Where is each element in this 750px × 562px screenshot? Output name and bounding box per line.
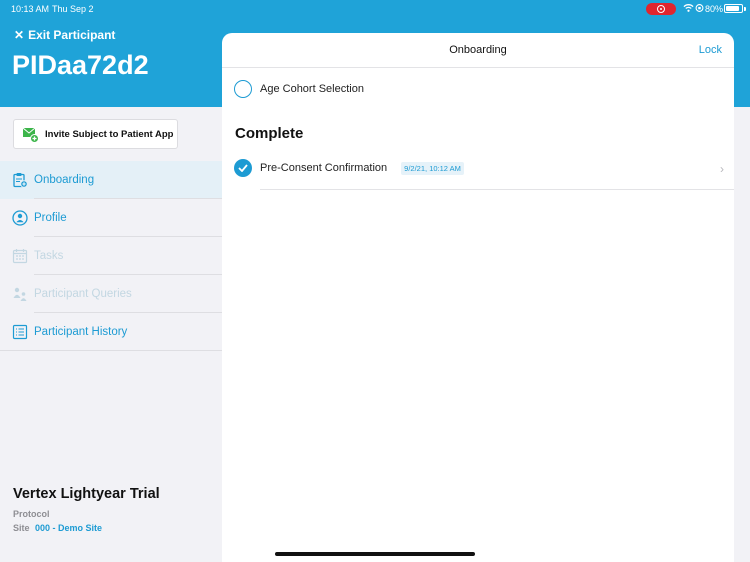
list-icon xyxy=(12,324,28,340)
protocol-label: Protocol xyxy=(13,509,50,519)
invite-subject-label: Invite Subject to Patient App xyxy=(45,128,174,140)
home-indicator[interactable] xyxy=(275,552,475,556)
exit-participant-label: Exit Participant xyxy=(28,28,116,42)
list-item-label: Pre-Consent Confirmation xyxy=(260,162,388,174)
sidebar-nav: Onboarding Profile Tasks Participant Que… xyxy=(0,161,222,351)
sidebar-item-label: Participant History xyxy=(34,326,128,338)
onboarding-sheet: Onboarding Lock Age Cohort Selection Com… xyxy=(222,33,734,562)
sheet-header: Onboarding Lock xyxy=(222,33,734,68)
sidebar-item-participant-history[interactable]: Participant History xyxy=(0,313,222,351)
status-time: 10:13 AM xyxy=(11,4,50,14)
status-bar: 10:13 AM Thu Sep 2 80% xyxy=(0,0,750,18)
close-icon: ✕ xyxy=(14,28,25,42)
sidebar-item-participant-queries: Participant Queries xyxy=(0,275,222,313)
sidebar-item-label: Profile xyxy=(34,212,67,224)
participant-id: PIDaa72d2 xyxy=(12,50,149,80)
checkmark-icon xyxy=(234,159,252,177)
clipboard-icon xyxy=(13,173,28,188)
orientation-lock-icon xyxy=(695,4,704,12)
status-date: Thu Sep 2 xyxy=(52,4,94,14)
calendar-icon xyxy=(12,249,28,264)
lock-button[interactable]: Lock xyxy=(699,44,722,56)
chevron-right-icon: › xyxy=(720,162,724,176)
sidebar-item-label: Tasks xyxy=(34,250,64,262)
complete-section-title: Complete xyxy=(235,125,304,142)
screen-record-indicator[interactable] xyxy=(646,3,676,15)
exit-participant-button[interactable]: ✕ Exit Participant xyxy=(14,28,115,42)
list-item-pre-consent[interactable]: Pre-Consent Confirmation 9/2/21, 10:12 A… xyxy=(222,159,734,177)
people-icon xyxy=(13,287,27,301)
sidebar-item-profile[interactable]: Profile xyxy=(0,199,222,237)
battery-percent: 80% xyxy=(705,4,724,14)
sidebar-item-tasks: Tasks xyxy=(0,237,222,275)
site-label: Site xyxy=(13,523,30,533)
battery-nub xyxy=(744,7,746,11)
divider xyxy=(260,189,734,190)
sidebar-item-label: Onboarding xyxy=(34,174,95,186)
list-item-label: Age Cohort Selection xyxy=(260,83,364,95)
list-item-age-cohort[interactable]: Age Cohort Selection xyxy=(222,80,734,98)
completed-timestamp-badge: 9/2/21, 10:12 AM xyxy=(401,161,464,175)
wifi-icon xyxy=(683,4,694,12)
sheet-title: Onboarding xyxy=(449,44,507,56)
site-row: Site 000 - Demo Site xyxy=(13,523,102,533)
trial-name: Vertex Lightyear Trial xyxy=(13,486,160,502)
record-icon xyxy=(657,5,665,13)
incomplete-circle-icon xyxy=(234,80,252,98)
invite-message-icon xyxy=(22,127,39,143)
invite-subject-button[interactable]: Invite Subject to Patient App xyxy=(13,119,178,149)
battery-icon xyxy=(724,4,743,13)
person-icon xyxy=(12,210,28,226)
sidebar-item-onboarding[interactable]: Onboarding xyxy=(0,161,222,199)
site-value[interactable]: 000 - Demo Site xyxy=(35,523,102,533)
sidebar-item-label: Participant Queries xyxy=(34,288,132,300)
